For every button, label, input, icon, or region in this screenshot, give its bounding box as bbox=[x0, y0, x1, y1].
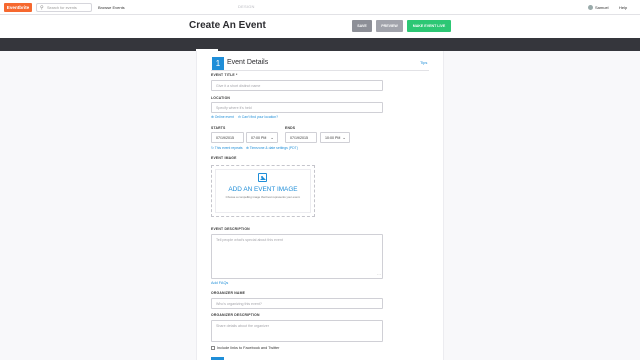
organizer-name-input[interactable]: Who's organizing this event? bbox=[211, 298, 383, 309]
organizer-name-label: ORGANIZER NAME bbox=[211, 291, 246, 295]
event-description-placeholder: Tell people what's special about this ev… bbox=[216, 238, 283, 242]
organizer-description-label: ORGANIZER DESCRIPTION bbox=[211, 313, 260, 317]
page-header bbox=[0, 15, 640, 38]
user-menu[interactable]: Samuel bbox=[588, 5, 609, 10]
timezone-settings-link[interactable]: ⊕ Timezone & date settings (PDT) bbox=[246, 146, 298, 150]
online-event-link[interactable]: ⊕ Online event bbox=[211, 115, 234, 119]
help-link[interactable]: Help bbox=[619, 5, 627, 10]
end-time-value: 10:00 PM bbox=[325, 136, 341, 140]
event-description-label: EVENT DESCRIPTION bbox=[211, 227, 250, 231]
location-label: LOCATION bbox=[211, 96, 231, 100]
start-date-value: 07/19/2015 bbox=[216, 136, 234, 140]
event-title-placeholder: Give it a short distinct name bbox=[216, 84, 261, 88]
organizer-description-textarea[interactable]: Share details about the organizer bbox=[211, 320, 383, 342]
end-date-input[interactable]: 07/19/2015 bbox=[285, 132, 317, 143]
eventbrite-logo[interactable]: Eventbrite bbox=[4, 3, 32, 12]
image-hint-text: Choose a compelling image that best repr… bbox=[225, 195, 301, 199]
search-input[interactable]: ⚲ Search for events bbox=[36, 3, 92, 12]
event-title-label: EVENT TITLE * bbox=[211, 73, 238, 77]
search-icon: ⚲ bbox=[40, 5, 44, 11]
social-links-checkbox[interactable] bbox=[211, 346, 215, 350]
ends-label: ENDS bbox=[285, 126, 296, 130]
chevron-down-icon: ⌄ bbox=[342, 135, 346, 140]
start-date-input[interactable]: 07/19/2015 bbox=[211, 132, 244, 143]
start-time-select[interactable]: 07:00 PM ⌄ bbox=[246, 132, 278, 143]
image-icon bbox=[258, 173, 267, 182]
add-event-image-label[interactable]: ADD AN EVENT IMAGE bbox=[211, 186, 315, 193]
resize-handle-icon[interactable]: ⋯ bbox=[377, 273, 381, 277]
location-input[interactable]: Specify where it's held bbox=[211, 102, 383, 113]
starts-label: STARTS bbox=[211, 126, 226, 130]
browse-events-link[interactable]: Browse Events bbox=[98, 5, 125, 10]
section-divider bbox=[211, 70, 429, 71]
section-title: Event Details bbox=[227, 59, 269, 66]
event-image-label: EVENT IMAGE bbox=[211, 156, 237, 160]
tab-design[interactable]: DESIGN bbox=[238, 4, 255, 9]
top-navigation-bar bbox=[0, 0, 640, 15]
organizer-name-placeholder: Who's organizing this event? bbox=[216, 302, 262, 306]
location-placeholder: Specify where it's held bbox=[216, 106, 252, 110]
organizer-description-placeholder: Share details about the organizer bbox=[216, 324, 269, 328]
event-repeats-link[interactable]: ↻ This event repeats bbox=[211, 146, 243, 150]
event-title-input[interactable]: Give it a short distinct name bbox=[211, 80, 383, 91]
tab-edit[interactable]: EDIT bbox=[203, 4, 213, 9]
tab-bar bbox=[0, 38, 640, 51]
event-description-textarea[interactable]: Tell people what's special about this ev… bbox=[211, 234, 383, 279]
end-date-value: 07/19/2015 bbox=[290, 136, 308, 140]
tips-link[interactable]: Tips bbox=[420, 60, 427, 65]
end-time-select[interactable]: 10:00 PM ⌄ bbox=[320, 132, 350, 143]
search-placeholder: Search for events bbox=[47, 5, 77, 10]
preview-button[interactable]: PREVIEW bbox=[376, 20, 403, 32]
user-name: Samuel bbox=[595, 5, 609, 10]
avatar-icon bbox=[588, 5, 593, 10]
make-event-live-button[interactable]: MAKE EVENT LIVE bbox=[407, 20, 451, 32]
save-button[interactable]: SAVE bbox=[352, 20, 372, 32]
cant-find-location-link[interactable]: ⊖ Can't find your location? bbox=[238, 115, 278, 119]
start-time-value: 07:00 PM bbox=[251, 136, 267, 140]
social-links-label: Include links to Facebook and Twitter bbox=[217, 346, 280, 350]
step-number-badge: 1 bbox=[212, 57, 224, 70]
page-title: Create An Event bbox=[189, 20, 266, 31]
chevron-down-icon: ⌄ bbox=[270, 135, 274, 140]
add-faqs-link[interactable]: Add FAQs bbox=[211, 281, 228, 285]
